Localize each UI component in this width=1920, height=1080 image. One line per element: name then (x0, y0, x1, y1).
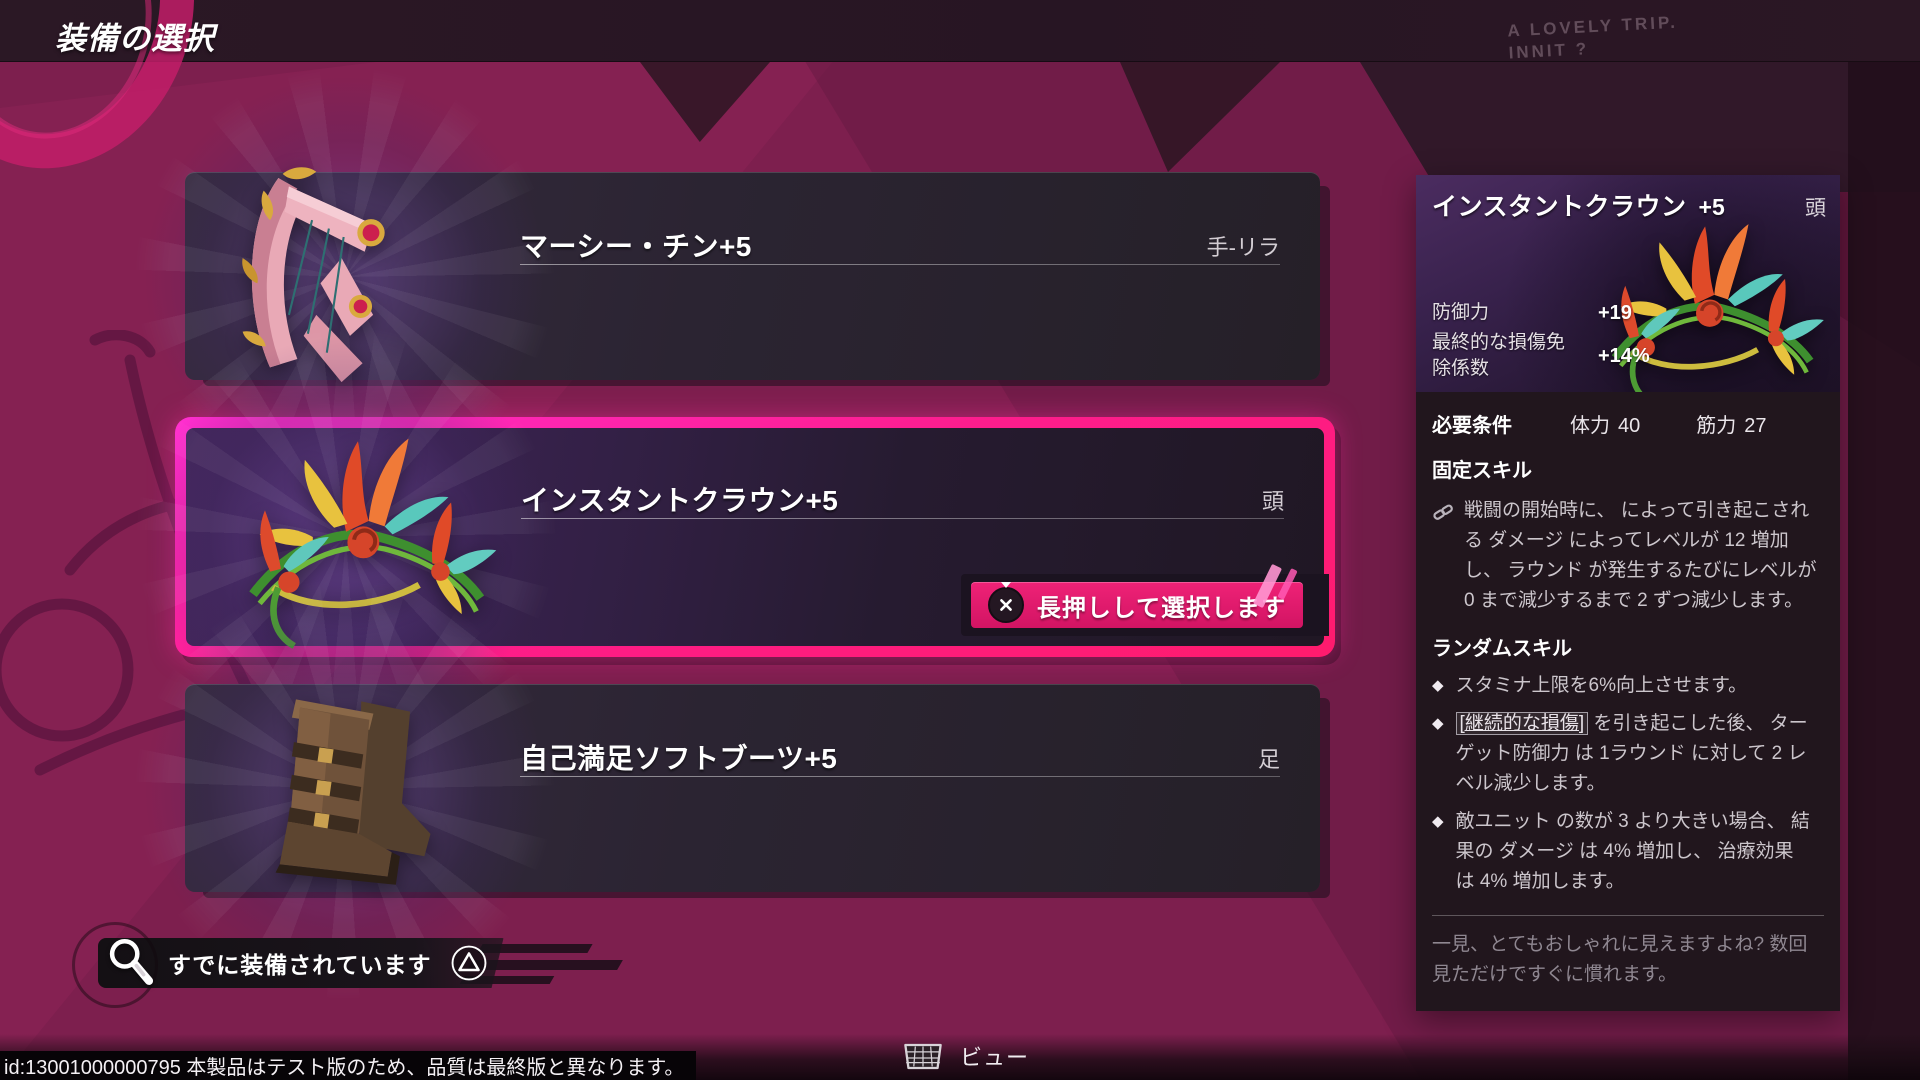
requirement-strength: 筋力27 (1696, 409, 1766, 438)
skill-keyword: [継続的な損傷] (1456, 712, 1589, 735)
equipment-card-soft-boots[interactable]: 自己満足ソフトブーツ+5 足 (185, 684, 1320, 892)
equipment-slot-label: 頭 (1262, 484, 1284, 516)
background-wedge (1360, 62, 1920, 192)
item-detail-panel: インスタントクラウン +5 頭 防御力 +19 最終的な損傷免除係数 +14% … (1416, 175, 1840, 1011)
tooltip-text: すでに装備されています (168, 946, 432, 980)
triangle-button-icon[interactable] (450, 944, 488, 982)
hold-button-label: 長押しして選択します (1037, 588, 1286, 623)
random-skill-text: 敵ユニット の数が 3 より大きい場合、 結果の ダメージ は 4% 増加し、 … (1456, 807, 1812, 897)
magnifier-icon (104, 934, 158, 990)
diamond-bullet-icon: ◆ (1432, 807, 1444, 897)
detail-enhance-level: +5 (1699, 194, 1725, 221)
hold-to-select-button[interactable]: 長押しして選択します (971, 582, 1303, 628)
already-equipped-tooltip: すでに装備されています (98, 938, 504, 988)
equipment-name: マーシー・チン+5 (520, 225, 752, 265)
random-skill-list: ◆ スタミナ上限を6%向上させます。 ◆ [継続的な損傷] を引き起こした後、 … (1432, 671, 1824, 897)
equipment-name: 自己満足ソフトブーツ+5 (520, 737, 837, 777)
stat-label: 最終的な損傷免除係数 (1432, 330, 1582, 382)
hold-progress-marker (1001, 582, 1011, 588)
random-skill-text: スタミナ上限を6%向上させます。 (1456, 671, 1812, 701)
equipment-slot-label: 足 (1258, 742, 1280, 774)
detail-header: インスタントクラウン +5 頭 防御力 +19 最終的な損傷免除係数 +14% (1416, 175, 1840, 392)
diamond-bullet-icon: ◆ (1432, 709, 1444, 799)
fixed-skill-text: 戦闘の開始時に、 によって引き起こされる ダメージ によってレベルが 12 増加… (1464, 496, 1824, 616)
touchpad-icon (900, 1041, 946, 1072)
background-edge (1848, 0, 1920, 1080)
stat-value: +19 (1598, 300, 1682, 326)
equipment-slot-label: 手-リラ (1207, 230, 1280, 262)
graffiti-text: A LOVELY TRIP. INNIT ? (1507, 12, 1680, 65)
cross-button-icon (988, 587, 1024, 623)
boots-icon (237, 681, 465, 895)
divider (1432, 915, 1824, 916)
stat-value: +14% (1598, 343, 1682, 369)
random-skill-item: ◆ スタミナ上限を6%向上させます。 (1432, 671, 1824, 701)
view-label: ビュー (960, 1040, 1029, 1072)
requirements-title: 必要条件 (1432, 409, 1512, 438)
detail-body: 必要条件 体力40 筋力27 固定スキル 戦闘の開始時に、 によって引き起こされ… (1416, 392, 1840, 1011)
random-skill-text: [継続的な損傷] を引き起こした後、 ターゲット防御力 は 1ラウンド に対して… (1456, 709, 1812, 799)
view-button-hint[interactable]: ビュー (900, 1040, 1029, 1072)
build-id-text: id:13001000000795 本製品はテスト版のため、品質は最終版と異なり… (4, 1051, 684, 1080)
detail-slot-label: 頭 (1805, 192, 1826, 222)
title-underline (520, 264, 1280, 265)
hold-button-backing: 長押しして選択します (961, 574, 1329, 636)
page-title: 装備の選択 (55, 13, 215, 58)
stat-list: 防御力 +19 最終的な損傷免除係数 +14% (1432, 300, 1682, 382)
equipment-name: インスタントクラウン+5 (521, 479, 838, 519)
stat-label: 防御力 (1432, 300, 1582, 326)
title-underline (521, 518, 1284, 519)
requirements-row: 必要条件 体力40 筋力27 (1432, 409, 1824, 438)
title-underline (520, 776, 1280, 777)
chain-link-icon (1432, 501, 1454, 523)
random-skill-item: ◆ 敵ユニット の数が 3 より大きい場合、 結果の ダメージ は 4% 増加し… (1432, 807, 1824, 897)
detail-item-name: インスタントクラウン (1432, 187, 1687, 223)
random-skill-item: ◆ [継続的な損傷] を引き起こした後、 ターゲット防御力 は 1ラウンド に対… (1432, 709, 1824, 799)
equipment-select-screen: 装備の選択 A LOVELY TRIP. INNIT ? マーシー・チン+5 手… (0, 0, 1920, 1080)
requirement-stamina: 体力40 (1570, 409, 1640, 438)
random-skill-title: ランダムスキル (1432, 632, 1824, 661)
build-id-banner: id:13001000000795 本製品はテスト版のため、品質は最終版と異なり… (0, 1051, 696, 1080)
diamond-bullet-icon: ◆ (1432, 671, 1444, 701)
fixed-skill-title: 固定スキル (1432, 454, 1824, 483)
flavor-text: 一見、とてもおしゃれに見えますよね? 数回見ただけですぐに慣れます。 (1432, 930, 1824, 990)
fixed-skill-entry: 戦闘の開始時に、 によって引き起こされる ダメージ によってレベルが 12 増加… (1432, 496, 1824, 616)
